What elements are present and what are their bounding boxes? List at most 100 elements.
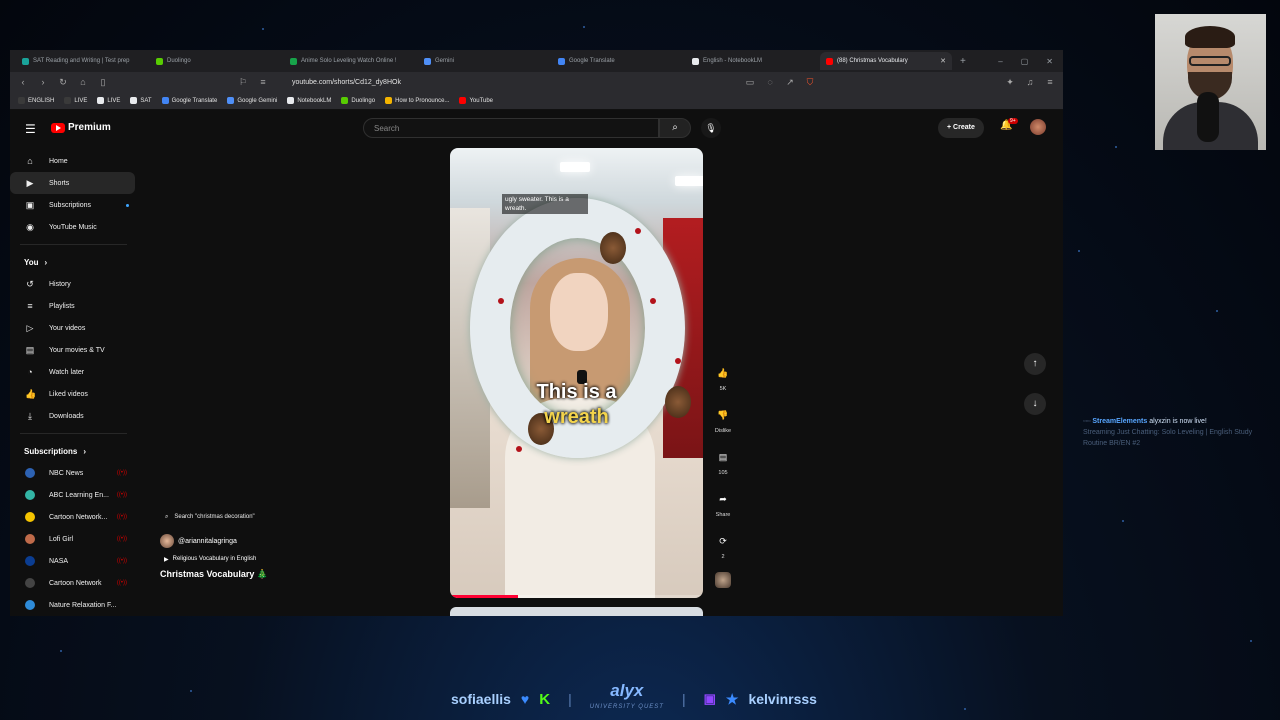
browser-tab[interactable]: English - NotebookLM: [686, 52, 818, 70]
share-icon[interactable]: ↗: [785, 77, 795, 88]
bookmark-item[interactable]: How to Pronounce...: [385, 97, 449, 104]
tab-favicon-icon: [156, 57, 163, 65]
forward-icon[interactable]: ›: [38, 77, 48, 87]
share-button[interactable]: ➦ Share: [710, 488, 736, 518]
tab-favicon-icon: [692, 57, 699, 65]
previous-short-button[interactable]: ↑: [1024, 353, 1046, 375]
share-arrow-icon: ➦: [719, 494, 727, 504]
browser-tab[interactable]: Anime Solo Leveling Watch Online !: [284, 52, 416, 70]
bookmark-favicon-icon: [97, 97, 105, 104]
sidebar-item[interactable]: 👍 Liked videos: [10, 383, 135, 405]
cast-icon[interactable]: ▭: [745, 77, 755, 88]
music-icon: ◉: [26, 221, 34, 232]
related-search-chip[interactable]: ⌕ Search "christmas decoration": [160, 510, 295, 524]
bookmark-item[interactable]: LIVE: [64, 97, 87, 104]
bookmark-item[interactable]: YouTube: [459, 97, 493, 104]
next-short-button[interactable]: ↓: [1024, 393, 1046, 415]
reload-icon[interactable]: ↻: [58, 77, 68, 88]
browser-tab[interactable]: Gemini: [418, 52, 550, 70]
subscription-channel[interactable]: ABC Learning En... ((•)): [10, 484, 135, 506]
sidebar-item[interactable]: ▷ Your videos: [10, 317, 135, 339]
tab-label: (88) Christmas Vocabulary: [837, 58, 908, 64]
sidebar-item[interactable]: ▣ Subscriptions: [10, 194, 135, 216]
extensions-icon[interactable]: ✦: [1005, 77, 1015, 88]
video-title[interactable]: Christmas Vocabulary 🎄: [160, 569, 295, 580]
bookmark-favicon-icon: [227, 97, 235, 104]
like-button[interactable]: 👍 5K: [710, 362, 736, 392]
subscription-channel[interactable]: NBC News ((•)): [10, 462, 135, 484]
sound-thumbnail[interactable]: [715, 572, 731, 588]
bookmark-item[interactable]: NotebookLM: [287, 97, 331, 104]
subscription-channel[interactable]: Cartoon Network... ((•)): [10, 506, 135, 528]
bookmark-icon[interactable]: ⚐: [238, 77, 248, 88]
maximize-icon[interactable]: ▢: [1021, 57, 1029, 66]
bookmark-label: Duolingo: [351, 97, 376, 104]
hamburger-menu-icon[interactable]: ☰: [25, 122, 36, 136]
sidebar-toggle-icon[interactable]: ▯: [98, 77, 108, 88]
next-short-preview[interactable]: [450, 607, 703, 616]
bookmark-favicon-icon: [287, 97, 295, 104]
webcam-overlay: [1155, 14, 1266, 150]
sidebar-item[interactable]: ▤ Your movies & TV: [10, 339, 135, 361]
sidebar-item[interactable]: ⤓ Downloads: [10, 405, 135, 427]
bookmark-item[interactable]: ENGLISH: [18, 97, 54, 104]
bookmark-label: SAT: [140, 97, 152, 104]
eye-off-icon[interactable]: ◌: [765, 77, 775, 88]
sidebar-item[interactable]: ≡ Playlists: [10, 295, 135, 317]
media-icon[interactable]: ♫: [1025, 77, 1035, 88]
bookmark-item[interactable]: SAT: [130, 97, 152, 104]
subscription-label: NASA: [49, 557, 69, 565]
close-window-icon[interactable]: ✕: [1046, 57, 1053, 66]
masthead: ☰ Premium Search ⌕ 🎙 + Create 🔔 9+: [10, 110, 1063, 146]
search-input[interactable]: Search: [363, 118, 659, 138]
like-count: 5K: [719, 386, 727, 392]
back-icon[interactable]: ‹: [18, 77, 28, 87]
bookmark-label: NotebookLM: [297, 97, 332, 104]
bookmark-item[interactable]: Duolingo: [341, 97, 375, 104]
brave-shield-icon[interactable]: ⛉: [805, 77, 815, 88]
close-tab-icon[interactable]: ✕: [940, 57, 946, 65]
menu-icon[interactable]: ≡: [1045, 77, 1055, 88]
tab-label: English - NotebookLM: [703, 58, 763, 64]
account-avatar[interactable]: [1030, 119, 1046, 135]
dislike-button[interactable]: 👎 Dislike: [710, 404, 736, 434]
home-icon[interactable]: ⌂: [78, 77, 88, 87]
channel-link[interactable]: @ariannitalagringa: [160, 534, 295, 548]
footer-left-name: sofiaellis: [451, 691, 511, 707]
comments-button[interactable]: ▤ 105: [710, 446, 736, 476]
shorts-video-player[interactable]: ugly sweater. This is a wreath. This is …: [450, 148, 703, 598]
microphone-icon[interactable]: 🎙: [701, 118, 721, 138]
new-tab-icon[interactable]: +: [960, 56, 966, 67]
sidebar-item[interactable]: ◉ YouTube Music: [10, 216, 135, 238]
subscription-channel[interactable]: NASA ((•)): [10, 550, 135, 572]
footer-logo: alyx UNIVERSITY QUEST: [590, 682, 664, 715]
search-icon[interactable]: ⌕: [659, 118, 691, 138]
subscriptions-section-header[interactable]: Subscriptions ›: [10, 440, 135, 462]
minimize-icon[interactable]: –: [998, 57, 1002, 66]
you-section-header[interactable]: You ›: [10, 251, 135, 273]
subscription-channel[interactable]: Lofi Girl ((•)): [10, 528, 135, 550]
site-info-icon[interactable]: ≡: [258, 77, 268, 87]
youtube-logo[interactable]: Premium: [51, 122, 111, 133]
browser-tab[interactable]: Duolingo: [150, 52, 282, 70]
bookmark-item[interactable]: LIVE: [97, 97, 120, 104]
bookmark-item[interactable]: Google Translate: [161, 97, 217, 104]
browser-tab[interactable]: (88) Christmas Vocabulary ✕: [820, 52, 952, 70]
subscription-channel[interactable]: Cartoon Network ((•)): [10, 572, 135, 594]
video-progress-bar[interactable]: [450, 595, 703, 598]
sidebar-item[interactable]: ↺ History: [10, 273, 135, 295]
playlist-link[interactable]: ▶ Religious Vocabulary in English: [160, 556, 295, 563]
sidebar-item[interactable]: ◔ Watch later: [10, 361, 135, 383]
sidebar-item[interactable]: ▶ Shorts: [10, 172, 135, 194]
bookmark-item[interactable]: Google Gemini: [227, 97, 277, 104]
clock-icon: ◔: [27, 367, 33, 377]
browser-tab[interactable]: SAT Reading and Writing | Test prep: [16, 52, 148, 70]
thumb-up-icon: 👍: [25, 388, 37, 399]
remix-button[interactable]: ⟳ 2: [710, 530, 736, 560]
create-button[interactable]: + Create: [938, 118, 984, 138]
subscription-channel[interactable]: Nature Relaxation F...: [10, 594, 135, 616]
browser-tab[interactable]: Google Translate: [552, 52, 684, 70]
bookmark-favicon-icon: [161, 97, 169, 104]
sidebar-item[interactable]: ⌂ Home: [10, 150, 135, 172]
url-field[interactable]: youtube.com/shorts/Cd12_dy8HOk: [292, 79, 401, 86]
